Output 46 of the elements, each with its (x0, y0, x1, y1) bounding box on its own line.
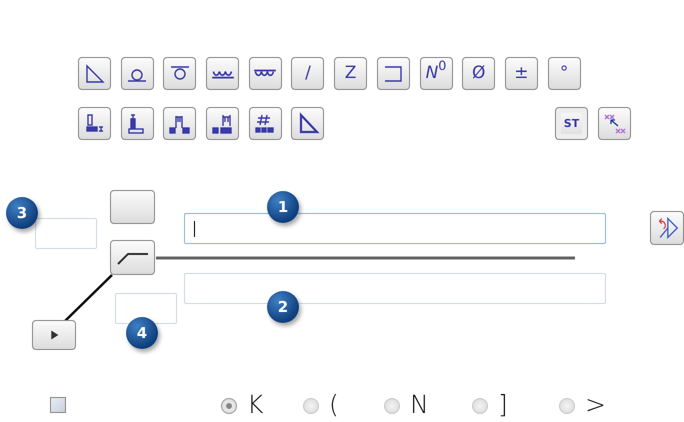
symbol-button[interactable]: ± (504, 57, 538, 90)
option-label: N (410, 392, 429, 417)
radio-button[interactable] (221, 398, 237, 414)
arrow-icon (602, 112, 626, 136)
input-field[interactable] (184, 213, 606, 244)
input-field[interactable] (115, 293, 177, 324)
symbol-button[interactable] (120, 107, 154, 140)
option-label: K (247, 392, 264, 417)
flip-button[interactable] (650, 211, 684, 245)
arrowhead-icon (50, 329, 58, 341)
callout-marker: 3 (6, 197, 38, 229)
symbol-button[interactable] (248, 57, 282, 90)
contour-icon (116, 250, 148, 264)
arrow-side-button[interactable] (32, 320, 76, 350)
symbol-button[interactable] (206, 107, 240, 140)
callout-marker: 2 (267, 291, 299, 323)
symbol-button[interactable]: Ø (462, 57, 496, 90)
symbol-button[interactable] (291, 107, 324, 140)
symbol-button[interactable]: ° (548, 57, 581, 90)
symbol-button[interactable] (120, 57, 154, 90)
checkbox[interactable] (50, 397, 66, 413)
symbol-button[interactable]: ST (555, 107, 588, 140)
radio-button[interactable] (384, 398, 400, 414)
symbol-button[interactable] (163, 107, 196, 140)
symbol-button[interactable] (248, 107, 282, 140)
symbol-button[interactable] (78, 57, 111, 90)
symbol-button[interactable] (376, 57, 410, 90)
symbol-button[interactable] (206, 57, 240, 90)
radio-button[interactable] (559, 398, 575, 414)
radio-button[interactable] (472, 398, 488, 414)
symbol-button[interactable]: / (291, 57, 324, 90)
radio-button[interactable] (303, 398, 319, 414)
option-label: ] (498, 392, 508, 417)
symbol-button[interactable]: N$^{0}$ (420, 57, 452, 90)
symbol-button[interactable] (78, 107, 111, 140)
option-label: ( (329, 392, 339, 417)
wave-icon (210, 68, 235, 78)
input-field[interactable] (35, 218, 97, 249)
option-label: > (585, 392, 606, 417)
callout-marker: 4 (126, 317, 158, 349)
arcs-icon (253, 69, 278, 78)
symbol-button[interactable] (110, 240, 155, 275)
callout-marker: 1 (267, 191, 299, 223)
symbol-button[interactable]: Z (334, 57, 368, 90)
leader-line (63, 274, 113, 323)
symbol-button[interactable] (163, 57, 196, 90)
